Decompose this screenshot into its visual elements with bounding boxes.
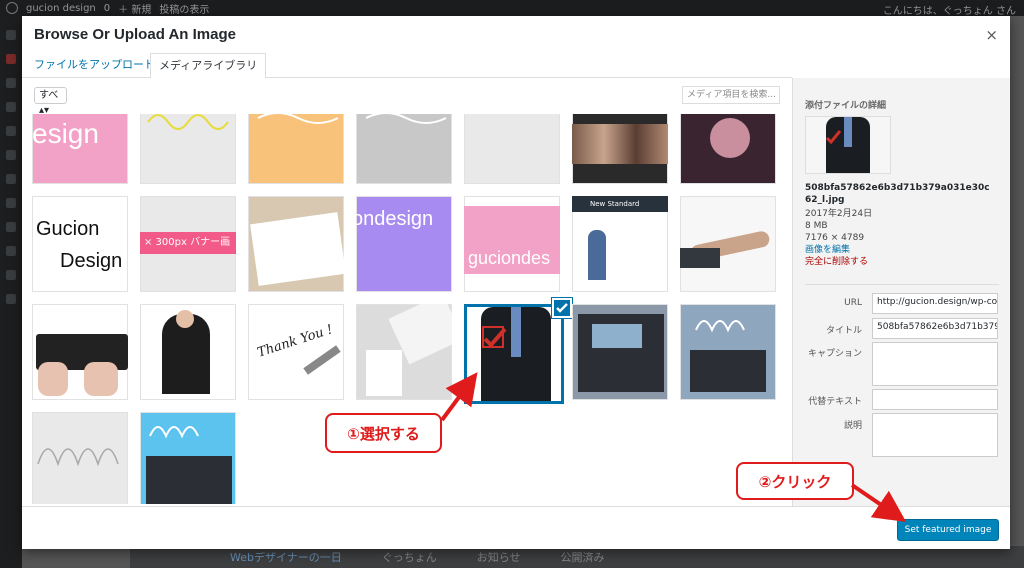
arrow-to-button bbox=[850, 483, 907, 523]
annotation-arrows bbox=[440, 372, 907, 523]
arrow-to-thumbnail bbox=[440, 372, 478, 422]
